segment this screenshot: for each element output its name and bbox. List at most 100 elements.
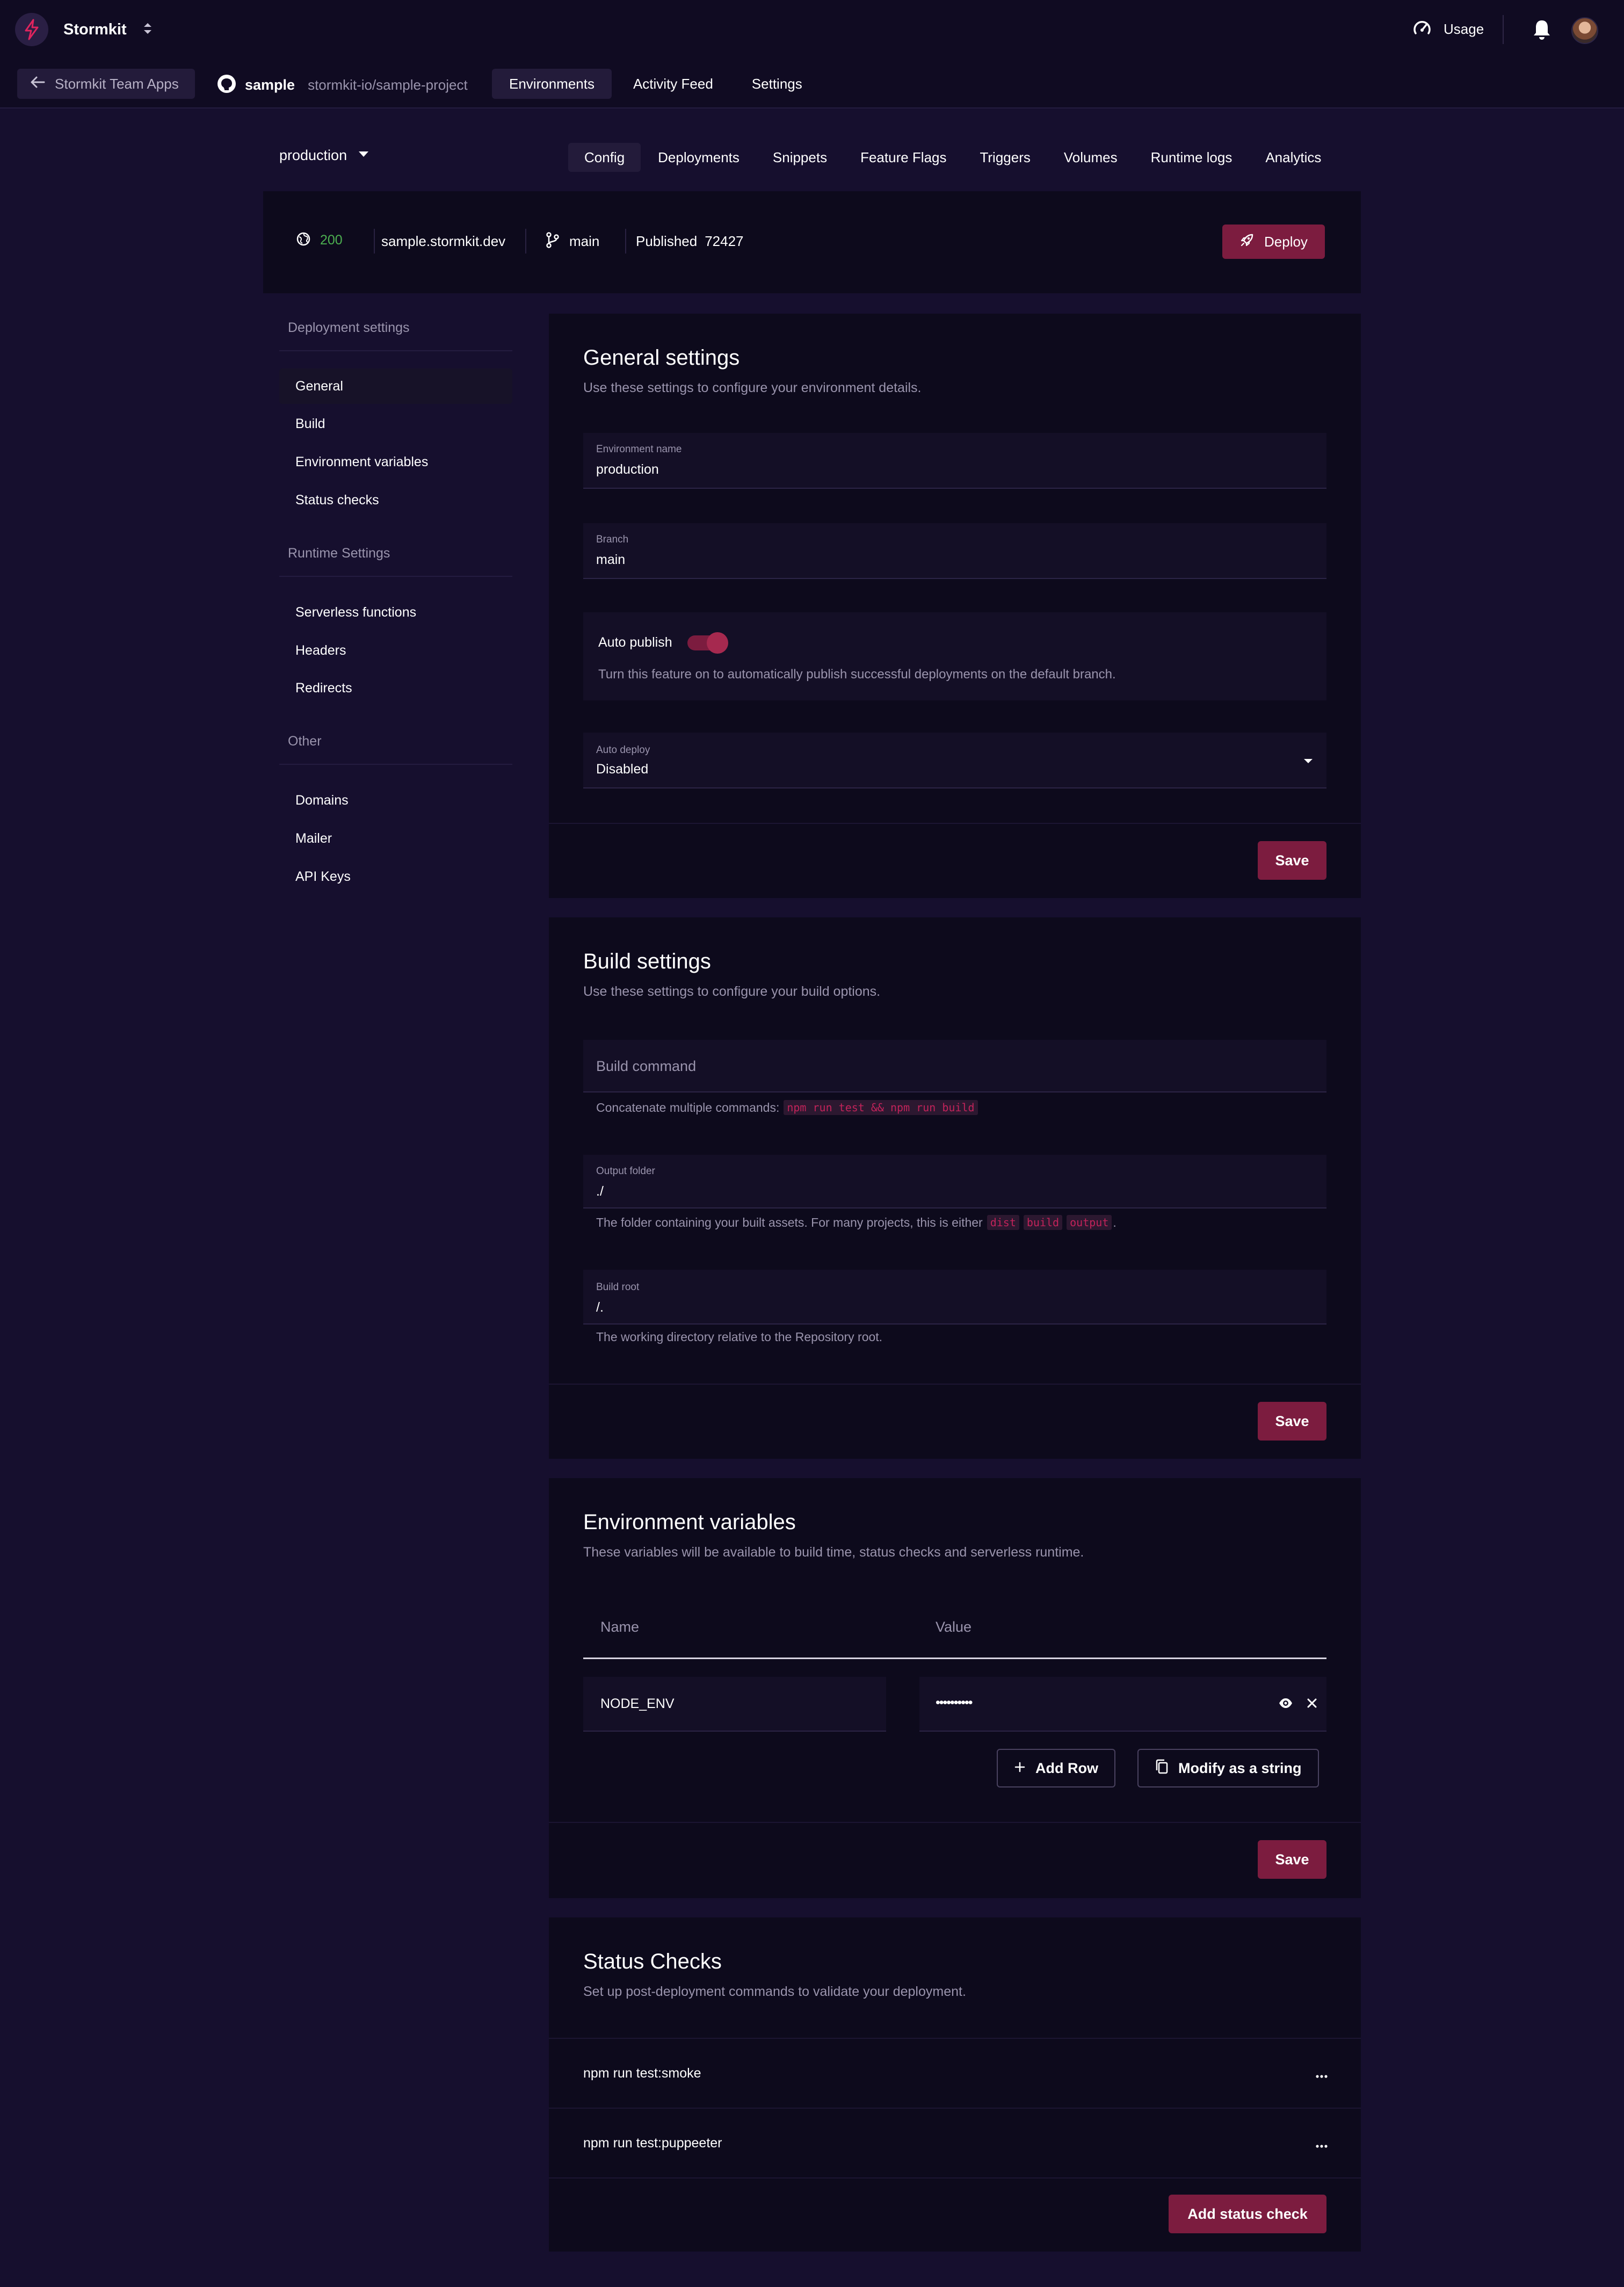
nav-settings[interactable]: Settings (735, 69, 820, 99)
table-header-rule (583, 1658, 1326, 1659)
tab-feature-flags[interactable]: Feature Flags (844, 143, 962, 172)
auto-deploy-select[interactable]: Auto deploy Disabled (583, 733, 1326, 788)
help-end: . (1113, 1215, 1116, 1229)
sidebar-item-build[interactable]: Build (279, 406, 512, 442)
field-value: •••••••••• (936, 1695, 973, 1710)
app-name[interactable]: sample (245, 77, 295, 93)
close-icon[interactable] (1306, 1697, 1318, 1712)
user-avatar[interactable] (1571, 17, 1598, 44)
sidebar-item-domains[interactable]: Domains (279, 783, 512, 818)
nav-activity-feed[interactable]: Activity Feed (616, 69, 730, 99)
auto-publish-panel: Auto publish Turn this feature on to aut… (583, 612, 1326, 700)
divider (279, 350, 512, 351)
save-button[interactable]: Save (1258, 1840, 1326, 1879)
brand-name[interactable]: Stormkit (63, 21, 127, 39)
sidebar-item-general[interactable]: General (279, 368, 512, 404)
tab-volumes[interactable]: Volumes (1048, 143, 1134, 172)
section-subtitle: Use these settings to configure your env… (583, 380, 922, 395)
environment-name-field[interactable]: Environment name production (583, 433, 1326, 489)
modify-as-string-button[interactable]: Modify as a string (1137, 1749, 1319, 1787)
section-subtitle: Set up post-deployment commands to valid… (583, 1984, 966, 1999)
section-title: Status Checks (583, 1950, 722, 1973)
section-subtitle: Use these settings to configure your bui… (583, 984, 881, 999)
published-deployment-id[interactable]: 72427 (705, 233, 743, 250)
code-snippet: output (1067, 1215, 1112, 1230)
tab-analytics[interactable]: Analytics (1249, 143, 1337, 172)
rocket-icon (1239, 233, 1255, 251)
auto-publish-help: Turn this feature on to automatically pu… (598, 667, 1116, 682)
usage-link[interactable]: Usage (1411, 17, 1484, 41)
sidebar-item-mailer[interactable]: Mailer (279, 821, 512, 856)
eye-icon[interactable] (1278, 1697, 1293, 1712)
gauge-icon (1411, 17, 1433, 41)
section-title: Environment variables (583, 1510, 796, 1534)
build-settings-card: Build settings Use these settings to con… (549, 917, 1361, 1459)
deploy-button[interactable]: Deploy (1222, 225, 1325, 259)
add-row-label: Add Row (1035, 1760, 1098, 1776)
tab-runtime-logs[interactable]: Runtime logs (1135, 143, 1249, 172)
deployment-domain[interactable]: sample.stormkit.dev (381, 233, 505, 250)
back-to-team-button[interactable]: Stormkit Team Apps (17, 69, 195, 99)
deploy-label: Deploy (1264, 233, 1308, 250)
sidebar-group-title: Deployment settings (288, 320, 410, 335)
tab-triggers[interactable]: Triggers (963, 143, 1046, 172)
section-title: General settings (583, 346, 740, 370)
divider (279, 764, 512, 765)
code-snippet: build (1023, 1215, 1063, 1230)
sidebar-group-title: Runtime Settings (288, 546, 390, 561)
status-checks-card: Status Checks Set up post-deployment com… (549, 1917, 1361, 2252)
field-label: Auto deploy (596, 744, 650, 756)
sidebar-item-serverless-functions[interactable]: Serverless functions (279, 595, 512, 630)
field-value: ./ (596, 1184, 604, 1199)
environment-selector[interactable]: production (279, 147, 369, 164)
status-check-command: npm run test:smoke (583, 2066, 701, 2081)
auto-publish-toggle[interactable] (687, 632, 728, 654)
tab-config[interactable]: Config (568, 143, 641, 172)
usage-label: Usage (1444, 21, 1484, 37)
back-label: Stormkit Team Apps (55, 75, 179, 92)
sidebar-item-environment-variables[interactable]: Environment variables (279, 444, 512, 480)
divider (549, 1384, 1361, 1385)
sidebar-item-api-keys[interactable]: API Keys (279, 859, 512, 894)
field-label: Branch (596, 534, 629, 545)
env-var-name-input[interactable]: NODE_ENV (583, 1677, 886, 1732)
output-folder-help: The folder containing your built assets.… (596, 1215, 983, 1229)
caret-down-icon (358, 150, 369, 161)
add-row-button[interactable]: Add Row (997, 1749, 1115, 1787)
add-status-check-button[interactable]: Add status check (1169, 2195, 1326, 2233)
build-root-field[interactable]: Build root /. (583, 1270, 1326, 1325)
section-title: Build settings (583, 950, 711, 973)
build-command-input[interactable]: Build command (583, 1040, 1326, 1092)
save-button[interactable]: Save (1258, 841, 1326, 880)
nav-environments[interactable]: Environments (492, 69, 612, 99)
app-nav-bar: Stormkit Team Apps sample stormkit-io/sa… (0, 59, 1624, 108)
more-options-icon[interactable] (1316, 2071, 1328, 2081)
build-root-help: The working directory relative to the Re… (596, 1330, 883, 1344)
repo-name[interactable]: stormkit-io/sample-project (308, 77, 468, 93)
deployment-summary-card: 200 sample.stormkit.dev main Published 7… (263, 191, 1361, 293)
sidebar-item-redirects[interactable]: Redirects (279, 670, 512, 706)
sidebar-item-status-checks[interactable]: Status checks (279, 482, 512, 518)
field-value: main (596, 552, 626, 567)
modify-label: Modify as a string (1178, 1760, 1302, 1776)
more-options-icon[interactable] (1316, 2141, 1328, 2151)
tab-snippets[interactable]: Snippets (757, 143, 843, 172)
build-command-placeholder: Build command (596, 1058, 697, 1074)
notifications-bell-icon[interactable] (1532, 18, 1552, 44)
tab-deployments[interactable]: Deployments (642, 143, 756, 172)
build-command-help: Concatenate multiple commands: (596, 1100, 780, 1114)
output-folder-field[interactable]: Output folder ./ (583, 1155, 1326, 1208)
env-var-value-input[interactable]: •••••••••• (919, 1677, 1326, 1732)
list-item: npm run test:puppeeter (549, 2109, 1361, 2177)
divider (549, 2177, 1361, 2179)
sidebar-group-title: Other (288, 734, 322, 749)
field-label: Build root (596, 1282, 640, 1293)
save-button[interactable]: Save (1258, 1402, 1326, 1441)
switch-team-icon[interactable] (142, 20, 154, 39)
environment-variables-card: Environment variables These variables wi… (549, 1478, 1361, 1898)
sidebar-item-headers[interactable]: Headers (279, 633, 512, 668)
environment-selected: production (279, 147, 347, 163)
branch-field[interactable]: Branch main (583, 523, 1326, 579)
list-item: npm run test:smoke (549, 2039, 1361, 2108)
stormkit-logo-icon[interactable] (15, 13, 48, 46)
